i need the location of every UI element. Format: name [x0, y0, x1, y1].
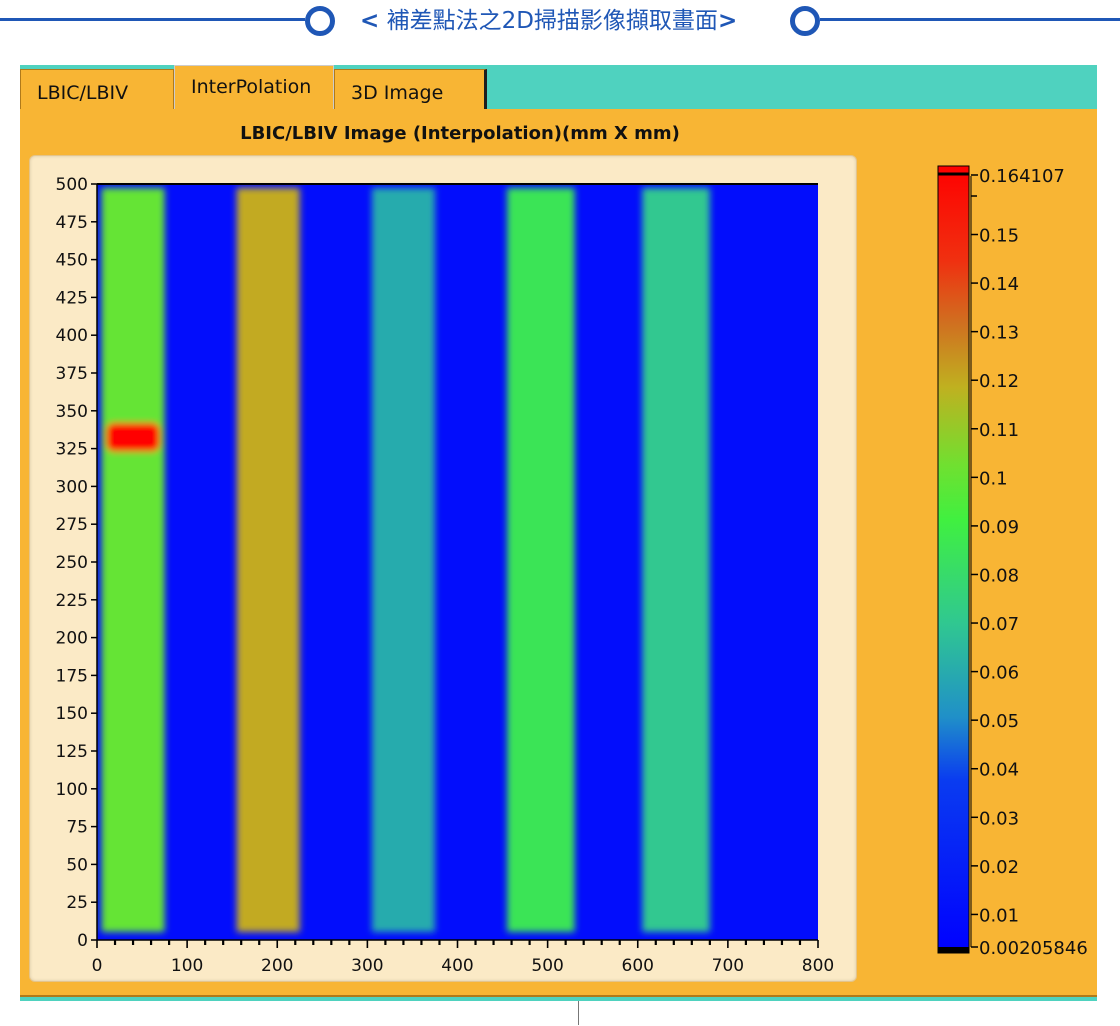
banner-circle-right-icon — [790, 6, 820, 36]
x-tick-label: 0 — [92, 956, 103, 976]
heatmap-band — [371, 188, 435, 932]
cursor-line — [578, 1001, 579, 1025]
x-axis: 0 100 200 300 400 500 600 700 800 — [92, 939, 834, 976]
colorbar-tick-label: 0.04 — [979, 760, 1019, 781]
colorbar-tick-label: 0.164107 — [979, 166, 1065, 187]
banner: < 補差點法之2D掃描影像擷取畫面> — [0, 0, 1120, 50]
y-tick-label: 50 — [66, 855, 88, 875]
x-tick-label: 800 — [802, 956, 834, 976]
y-tick-label: 175 — [56, 666, 88, 686]
y-tick-label: 325 — [56, 440, 88, 460]
colorbar-tick-label: 0.05 — [979, 711, 1019, 732]
colorbar-tick-label: 0.1 — [979, 468, 1008, 489]
y-tick-label: 150 — [56, 704, 88, 724]
banner-right-bracket: > — [717, 8, 738, 34]
x-tick-label: 100 — [171, 956, 203, 976]
banner-title-text: 補差點法之2D掃描影像擷取畫面 — [379, 8, 718, 34]
colorbar-gradient — [937, 165, 970, 954]
x-tick-label: 300 — [351, 956, 383, 976]
banner-title: < 補差點法之2D掃描影像擷取畫面> — [360, 4, 780, 38]
y-tick-label: 75 — [66, 818, 88, 838]
banner-line-right — [820, 18, 1120, 21]
banner-left-bracket: < — [360, 8, 380, 34]
colorbar-tick-label: 0.01 — [979, 905, 1019, 926]
heatmap-band — [507, 188, 575, 932]
y-tick-label: 425 — [56, 288, 88, 308]
heatmap-band — [101, 188, 165, 932]
y-axis: 0 25 50 75 100 125 150 175 200 225 250 275 300 325 350… — [56, 175, 98, 951]
y-tick-label: 350 — [56, 402, 88, 422]
y-tick-label: 400 — [56, 326, 88, 346]
colorbar-tick-label: 0.09 — [979, 517, 1019, 538]
y-tick-label: 125 — [56, 742, 88, 762]
panel-bottom-strip — [20, 997, 1097, 1001]
colorbar-tick-label: 0.06 — [979, 663, 1019, 684]
y-tick-label: 450 — [56, 251, 88, 271]
colorbar-tick-label: 0.13 — [979, 323, 1019, 344]
x-tick-label: 200 — [261, 956, 293, 976]
colorbar-tick-label: 0.02 — [979, 857, 1019, 878]
x-tick-label: 400 — [441, 956, 473, 976]
colorbar-tick-label: 0.00205846 — [979, 938, 1088, 959]
heatmap-band — [236, 188, 300, 932]
y-tick-label: 100 — [56, 780, 88, 800]
colorbar-tick-label: 0.07 — [979, 614, 1019, 635]
y-tick-label: 0 — [77, 931, 88, 951]
y-tick-label: 200 — [56, 629, 88, 649]
x-tick-label: 500 — [531, 956, 563, 976]
y-tick-label: 475 — [56, 213, 88, 233]
colorbar-tick-label: 0.11 — [979, 420, 1019, 441]
colorbar-tick-label: 0.14 — [979, 274, 1019, 295]
y-tick-label: 225 — [56, 591, 88, 611]
y-tick-label: 275 — [56, 515, 88, 535]
main-panel: LBIC/LBIV InterPolation 3D Image LBIC/LB… — [20, 65, 1097, 1000]
y-tick-label: 300 — [56, 477, 88, 497]
banner-line-left — [0, 18, 305, 21]
plot-area — [97, 183, 818, 940]
colorbar-min-marker — [938, 947, 969, 953]
x-tick-label: 700 — [712, 956, 744, 976]
heatmap-hotspot — [106, 422, 161, 452]
x-tick-label: 600 — [622, 956, 654, 976]
colorbar-tick-label: 0.08 — [979, 565, 1019, 586]
colorbar-tick-label: 0.03 — [979, 808, 1019, 829]
colorbar: 0.164107 0.15 0.14 0.13 0.12 0.11 0.1 0.09 0.08 0… — [937, 165, 1088, 959]
y-tick-label: 25 — [66, 893, 88, 913]
y-tick-label: 500 — [56, 175, 88, 195]
heatmap-band — [642, 188, 710, 932]
y-tick-label: 250 — [56, 553, 88, 573]
colorbar-tick-label: 0.15 — [979, 226, 1019, 247]
banner-circle-left-icon — [305, 6, 335, 36]
colorbar-tick-label: 0.12 — [979, 371, 1019, 392]
y-tick-label: 375 — [56, 364, 88, 384]
heatmap-chart: 0 25 50 75 100 125 150 175 200 225 250 275 300 325 350… — [56, 165, 1088, 976]
